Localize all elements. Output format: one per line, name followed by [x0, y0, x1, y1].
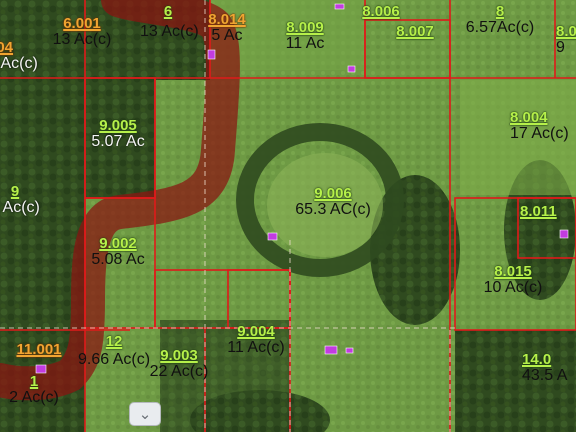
parcel-label[interactable]: 8.014 5 Ac — [198, 12, 256, 44]
parcel-acreage: 10 Ac(c) — [483, 279, 543, 296]
parcel-id: 8.014 — [208, 11, 246, 28]
parcel-label[interactable]: 004 0 Ac(c) — [0, 40, 48, 72]
parcel-id: 9.004 — [237, 323, 275, 340]
parcel-acreage: 2 Ac(c) — [0, 199, 40, 216]
parcel-label[interactable]: 6.001 13 Ac(c) — [48, 16, 116, 48]
parcel-label[interactable]: 1 2 Ac(c) — [0, 374, 74, 406]
parcel-acreage: 11 Ac — [285, 35, 325, 52]
parcel-label[interactable]: 9.002 5.08 Ac — [78, 236, 158, 268]
parcel-label[interactable]: 8 6.57Ac(c) — [450, 4, 550, 36]
parcel-id: 12 — [105, 333, 123, 350]
chevron-down-icon: ⌄ — [138, 406, 152, 423]
parcel-id: 14.0 — [522, 351, 552, 368]
parcel-id: 8.015 — [494, 263, 532, 280]
parcel-acreage: 0 Ac(c) — [0, 55, 38, 72]
parcel-acreage: 22 Ac(c) — [149, 363, 209, 380]
parcel-acreage: 17 Ac(c) — [510, 125, 569, 142]
parcel-label[interactable]: 9.003 22 Ac(c) — [136, 348, 222, 380]
parcel-label[interactable]: 8.006 — [350, 4, 412, 20]
parcel-label[interactable]: 14.0 43.5 A — [522, 352, 576, 384]
parcel-id: 9.003 — [160, 347, 198, 364]
parcel-id: 9 — [10, 183, 20, 200]
parcel-label[interactable]: 6 13 Ac(c) — [140, 3, 199, 43]
parcel-id: 8.011 — [520, 203, 557, 220]
parcel-acreage: 43.5 A — [522, 367, 568, 384]
parcel-id: 004 — [0, 39, 14, 56]
parcel-id: 6.001 — [63, 15, 101, 32]
parcel-label[interactable]: 8.011 — [520, 204, 576, 220]
parcel-label[interactable]: 9.006 65.3 AC(c) — [276, 186, 390, 218]
parcel-label[interactable]: 11.001 — [0, 342, 78, 358]
parcel-id: 8.006 — [362, 3, 400, 20]
parcel-id: 8.009 — [286, 19, 324, 36]
parcel-id: 1 — [29, 373, 39, 390]
parcel-label[interactable]: 9.005 5.07 Ac — [78, 118, 158, 150]
parcel-acreage: 5.08 Ac — [91, 251, 145, 268]
parcel-acreage: 13 Ac(c) — [52, 31, 112, 48]
parcel-id: 6 — [163, 3, 173, 20]
parcel-acreage: 2 Ac(c) — [9, 389, 59, 406]
parcel-label[interactable]: 8.004 17 Ac(c) — [510, 110, 576, 142]
parcel-label[interactable]: 8.007 — [384, 24, 446, 40]
parcel-label[interactable]: 9 2 Ac(c) — [0, 184, 50, 216]
parcel-acreage: 5.07 Ac — [91, 133, 145, 150]
parcel-label[interactable]: 8.015 10 Ac(c) — [470, 264, 556, 296]
parcel-id: 8 — [495, 3, 505, 20]
parcel-label[interactable]: 8.005 9 — [556, 24, 576, 56]
parcel-id: 9.006 — [314, 185, 352, 202]
parcel-acreage: 9 — [556, 39, 565, 56]
parcel-id: 8.004 — [510, 109, 548, 126]
parcel-id: 9.002 — [99, 235, 137, 252]
parcel-id: 9.005 — [99, 117, 137, 134]
expand-button[interactable]: ⌄ — [129, 402, 161, 426]
parcel-acreage: 6.57Ac(c) — [465, 19, 535, 36]
parcel-map[interactable]: 6.001 13 Ac(c) 6 13 Ac(c) 8.014 5 Ac 8.0… — [0, 0, 576, 432]
parcel-label[interactable]: 8.009 11 Ac — [274, 20, 336, 52]
parcel-label[interactable]: 9.004 11 Ac(c) — [212, 324, 300, 356]
parcel-acreage: 11 Ac(c) — [227, 339, 285, 356]
parcel-id: 11.001 — [16, 341, 62, 358]
parcel-id: 8.007 — [396, 23, 434, 40]
parcel-acreage: 65.3 AC(c) — [295, 201, 371, 218]
parcel-acreage: 13 Ac(c) — [140, 23, 199, 40]
parcel-acreage: 5 Ac — [211, 27, 243, 44]
parcel-id: 8.005 — [556, 23, 576, 40]
